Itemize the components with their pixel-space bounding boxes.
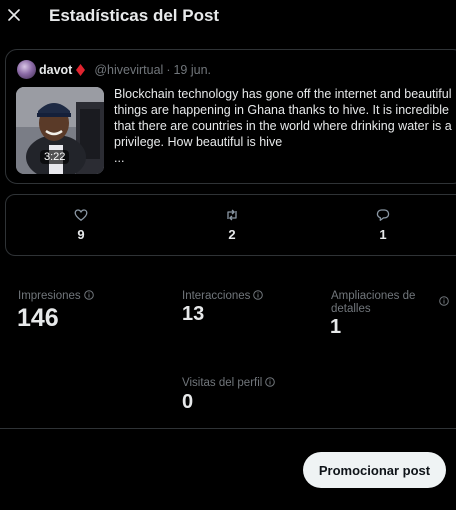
repost-icon	[227, 209, 237, 221]
reply-icon	[376, 209, 390, 221]
post-text: Blockchain technology has gone off the i…	[114, 87, 452, 149]
info-icon[interactable]	[265, 377, 276, 387]
separator: ·	[166, 63, 171, 77]
video-thumbnail[interactable]: 3:22	[16, 87, 104, 174]
close-button[interactable]	[4, 4, 24, 26]
detail-expands-value: 1	[330, 316, 342, 338]
likes-count: 9	[77, 227, 85, 242]
post-text-ellipsis: ...	[114, 151, 125, 165]
post-date[interactable]: 19 jun.	[173, 63, 211, 77]
reposts-metric: 2	[212, 208, 252, 242]
interactions-label: Interacciones	[182, 290, 264, 303]
info-icon[interactable]	[253, 290, 264, 300]
impressions-value: 146	[17, 304, 59, 332]
page-title: Estadísticas del Post	[49, 6, 220, 25]
profile-visits-label: Visitas del perfil	[182, 377, 276, 390]
header: Estadísticas del Post	[0, 0, 456, 34]
heart-icon	[74, 209, 88, 221]
replies-metric: 1	[363, 208, 403, 242]
info-icon[interactable]	[83, 290, 94, 300]
divider	[0, 428, 456, 429]
likes-metric: 9	[61, 208, 101, 242]
detail-expands-label: Ampliaciones de detalles	[331, 290, 416, 315]
profile-visits-label-text: Visitas del perfil	[182, 377, 263, 389]
author-line: davot @hivevirtual · 19 jun.	[39, 63, 211, 77]
close-icon	[8, 9, 20, 21]
post-card[interactable]: davot @hivevirtual · 19 jun. 3:22 Blockc…	[5, 49, 456, 184]
avatar[interactable]	[17, 60, 36, 79]
author-handle[interactable]: @hivevirtual	[94, 63, 163, 77]
promote-post-button[interactable]: Promocionar post	[303, 452, 446, 488]
replies-count: 1	[379, 227, 387, 242]
interactions-label-text: Interacciones	[182, 290, 251, 302]
engagement-card: 9 2 1	[5, 194, 456, 256]
info-icon[interactable]	[439, 296, 449, 306]
profile-visits-value: 0	[182, 391, 194, 413]
author-name[interactable]: davot	[39, 63, 72, 77]
video-duration: 3:22	[40, 150, 70, 164]
red-diamond-icon	[76, 64, 86, 76]
impressions-label: Impresiones	[18, 290, 94, 303]
interactions-value: 13	[182, 303, 205, 325]
impressions-label-text: Impresiones	[18, 290, 81, 302]
reposts-count: 2	[228, 227, 236, 242]
